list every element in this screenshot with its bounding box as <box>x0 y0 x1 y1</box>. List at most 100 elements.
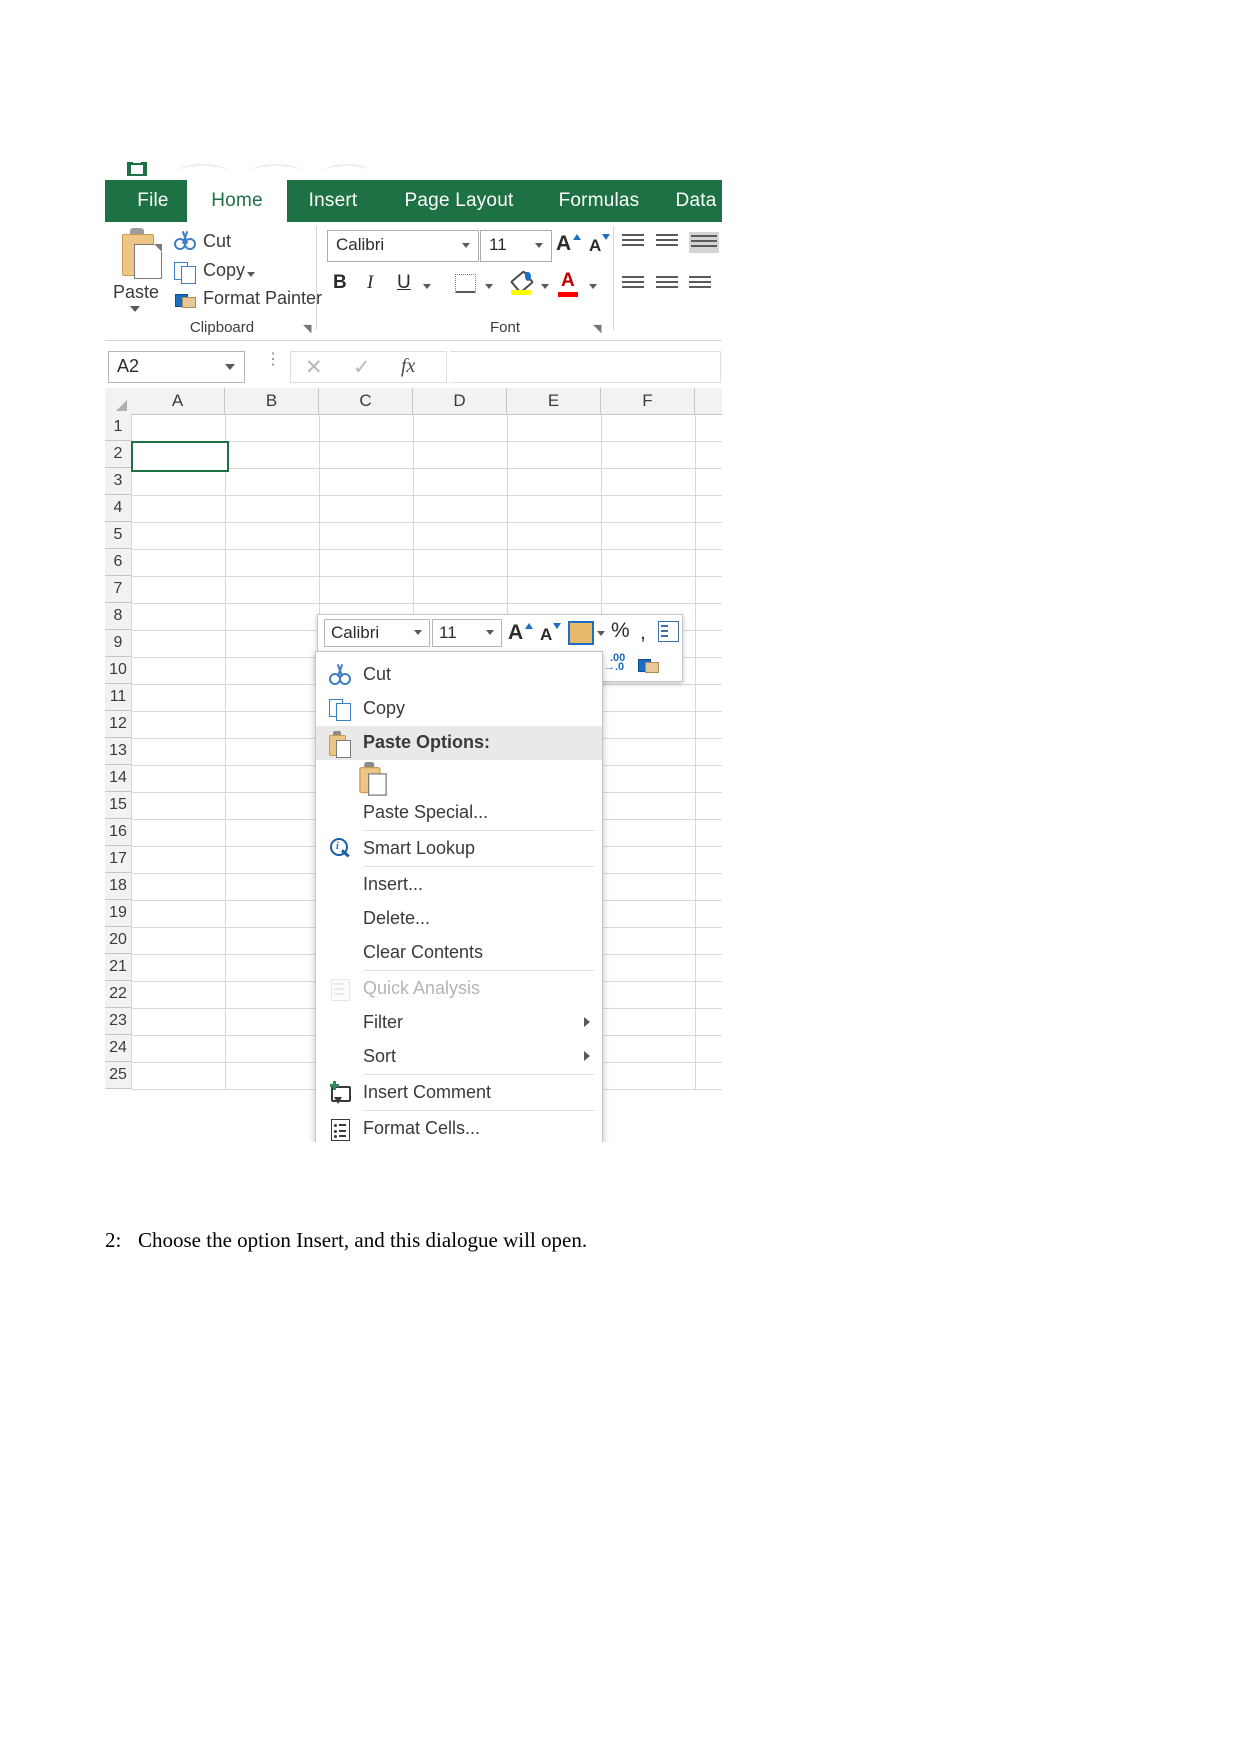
undo-icon[interactable] <box>177 164 229 180</box>
context-menu-item-delete[interactable]: Delete... <box>316 902 602 936</box>
clipboard-dialog-launcher[interactable]: ◥ <box>303 322 315 335</box>
context-menu-item-insert-comment[interactable]: Insert Comment <box>316 1076 602 1110</box>
accounting-number-format-icon[interactable] <box>568 621 594 645</box>
font-size-box[interactable]: 11 <box>480 230 552 262</box>
cancel-icon[interactable]: ✕ <box>305 355 323 380</box>
align-bottom-icon[interactable] <box>689 232 719 253</box>
column-header-c[interactable]: C <box>319 388 413 415</box>
row-header-11[interactable]: 11 <box>105 684 132 711</box>
align-middle-icon[interactable] <box>656 234 678 249</box>
mini-increase-font-button[interactable]: A <box>508 621 523 645</box>
align-right-icon[interactable] <box>689 276 711 291</box>
context-menu-item-paste-special[interactable]: Paste Special... <box>316 796 602 830</box>
column-header-e[interactable]: E <box>507 388 601 415</box>
row-header-4[interactable]: 4 <box>105 495 132 522</box>
mini-format-cells-icon[interactable] <box>657 619 681 643</box>
column-header-f[interactable]: F <box>601 388 695 415</box>
context-menu-item-copy[interactable]: Copy <box>316 692 602 726</box>
save-icon[interactable] <box>127 162 147 176</box>
context-menu-item-clear-contents[interactable]: Clear Contents <box>316 936 602 970</box>
percent-style-button[interactable]: % <box>611 619 630 643</box>
context-menu-item-sort[interactable]: Sort <box>316 1040 602 1074</box>
font-dialog-launcher[interactable]: ◥ <box>593 322 605 335</box>
borders-icon[interactable] <box>455 274 476 293</box>
row-header-15[interactable]: 15 <box>105 792 132 819</box>
context-menu-item-cut[interactable]: Cut <box>316 658 602 692</box>
row-header-12[interactable]: 12 <box>105 711 132 738</box>
font-color-dropdown-icon[interactable] <box>589 284 597 289</box>
font-family-box[interactable]: Calibri <box>327 230 479 262</box>
mini-decrease-font-button[interactable]: A <box>540 625 552 645</box>
font-color-button[interactable]: A <box>561 270 575 292</box>
row-header-3[interactable]: 3 <box>105 468 132 495</box>
borders-dropdown-icon[interactable] <box>485 284 493 289</box>
underline-button[interactable]: U <box>397 272 411 294</box>
select-all-corner[interactable] <box>105 388 132 415</box>
row-header-22[interactable]: 22 <box>105 981 132 1008</box>
increase-font-size-button[interactable]: A <box>556 232 571 256</box>
column-header-d[interactable]: D <box>413 388 507 415</box>
align-left-icon[interactable] <box>622 276 644 291</box>
underline-dropdown-icon[interactable] <box>423 284 431 289</box>
column-header-a[interactable]: A <box>131 388 225 415</box>
bold-button[interactable]: B <box>333 272 347 294</box>
font-size-dropdown-icon[interactable] <box>535 243 543 248</box>
mini-font-size-dropdown-icon[interactable] <box>486 630 494 635</box>
row-header-14[interactable]: 14 <box>105 765 132 792</box>
row-header-10[interactable]: 10 <box>105 657 132 684</box>
paste-button[interactable] <box>120 228 166 280</box>
row-header-1[interactable]: 1 <box>105 414 132 441</box>
column-header-b[interactable]: B <box>225 388 319 415</box>
formula-bar-handle[interactable]: ⋮ <box>265 352 283 368</box>
row-header-23[interactable]: 23 <box>105 1008 132 1035</box>
context-menu-item-insert[interactable]: Insert... <box>316 868 602 902</box>
row-header-19[interactable]: 19 <box>105 900 132 927</box>
row-header-6[interactable]: 6 <box>105 549 132 576</box>
fill-color-icon[interactable] <box>509 270 535 294</box>
row-header-17[interactable]: 17 <box>105 846 132 873</box>
format-painter-command[interactable]: Format Painter <box>203 288 322 309</box>
context-menu-item-format-cells[interactable]: Format Cells... <box>316 1112 602 1142</box>
tab-file[interactable]: File <box>119 180 187 222</box>
mini-font-family-dropdown-icon[interactable] <box>414 630 422 635</box>
mini-font-size-box[interactable]: 11 <box>432 619 502 647</box>
customize-qat-icon[interactable] <box>323 164 371 180</box>
paste-dropdown-icon[interactable] <box>130 306 140 312</box>
mini-font-family-box[interactable]: Calibri <box>324 619 430 647</box>
row-header-21[interactable]: 21 <box>105 954 132 981</box>
row-header-5[interactable]: 5 <box>105 522 132 549</box>
insert-function-icon[interactable]: fx <box>401 355 415 378</box>
name-box[interactable]: A2 <box>108 351 245 383</box>
context-menu-item-smart-lookup[interactable]: i Smart Lookup <box>316 832 602 866</box>
row-header-25[interactable]: 25 <box>105 1062 132 1089</box>
row-header-20[interactable]: 20 <box>105 927 132 954</box>
align-top-icon[interactable] <box>622 234 644 249</box>
row-header-9[interactable]: 9 <box>105 630 132 657</box>
tab-formulas[interactable]: Formulas <box>539 180 659 222</box>
fill-color-dropdown-icon[interactable] <box>541 284 549 289</box>
mini-format-painter-icon[interactable] <box>638 656 659 673</box>
active-cell-a2[interactable] <box>131 441 229 472</box>
tab-page-layout[interactable]: Page Layout <box>379 180 539 222</box>
decrease-font-size-button[interactable]: A <box>589 236 601 256</box>
italic-button[interactable]: I <box>367 272 373 294</box>
context-menu-item-paste-thumb-icon[interactable] <box>316 760 602 796</box>
cut-command[interactable]: Cut <box>203 231 231 252</box>
tab-data[interactable]: Data <box>659 180 722 222</box>
tab-insert[interactable]: Insert <box>287 180 379 222</box>
formula-input[interactable] <box>450 351 721 383</box>
tab-home[interactable]: Home <box>187 180 287 222</box>
copy-command[interactable]: Copy <box>203 260 245 281</box>
row-header-24[interactable]: 24 <box>105 1035 132 1062</box>
row-header-18[interactable]: 18 <box>105 873 132 900</box>
redo-icon[interactable] <box>250 164 302 180</box>
row-header-7[interactable]: 7 <box>105 576 132 603</box>
accounting-dropdown-icon[interactable] <box>597 631 605 636</box>
context-menu-item-filter[interactable]: Filter <box>316 1006 602 1040</box>
confirm-icon[interactable]: ✓ <box>353 355 371 380</box>
align-center-icon[interactable] <box>656 276 678 291</box>
row-header-16[interactable]: 16 <box>105 819 132 846</box>
context-menu-item-paste-options[interactable]: Paste Options: <box>316 726 602 760</box>
name-box-dropdown-icon[interactable] <box>225 364 235 370</box>
row-header-13[interactable]: 13 <box>105 738 132 765</box>
